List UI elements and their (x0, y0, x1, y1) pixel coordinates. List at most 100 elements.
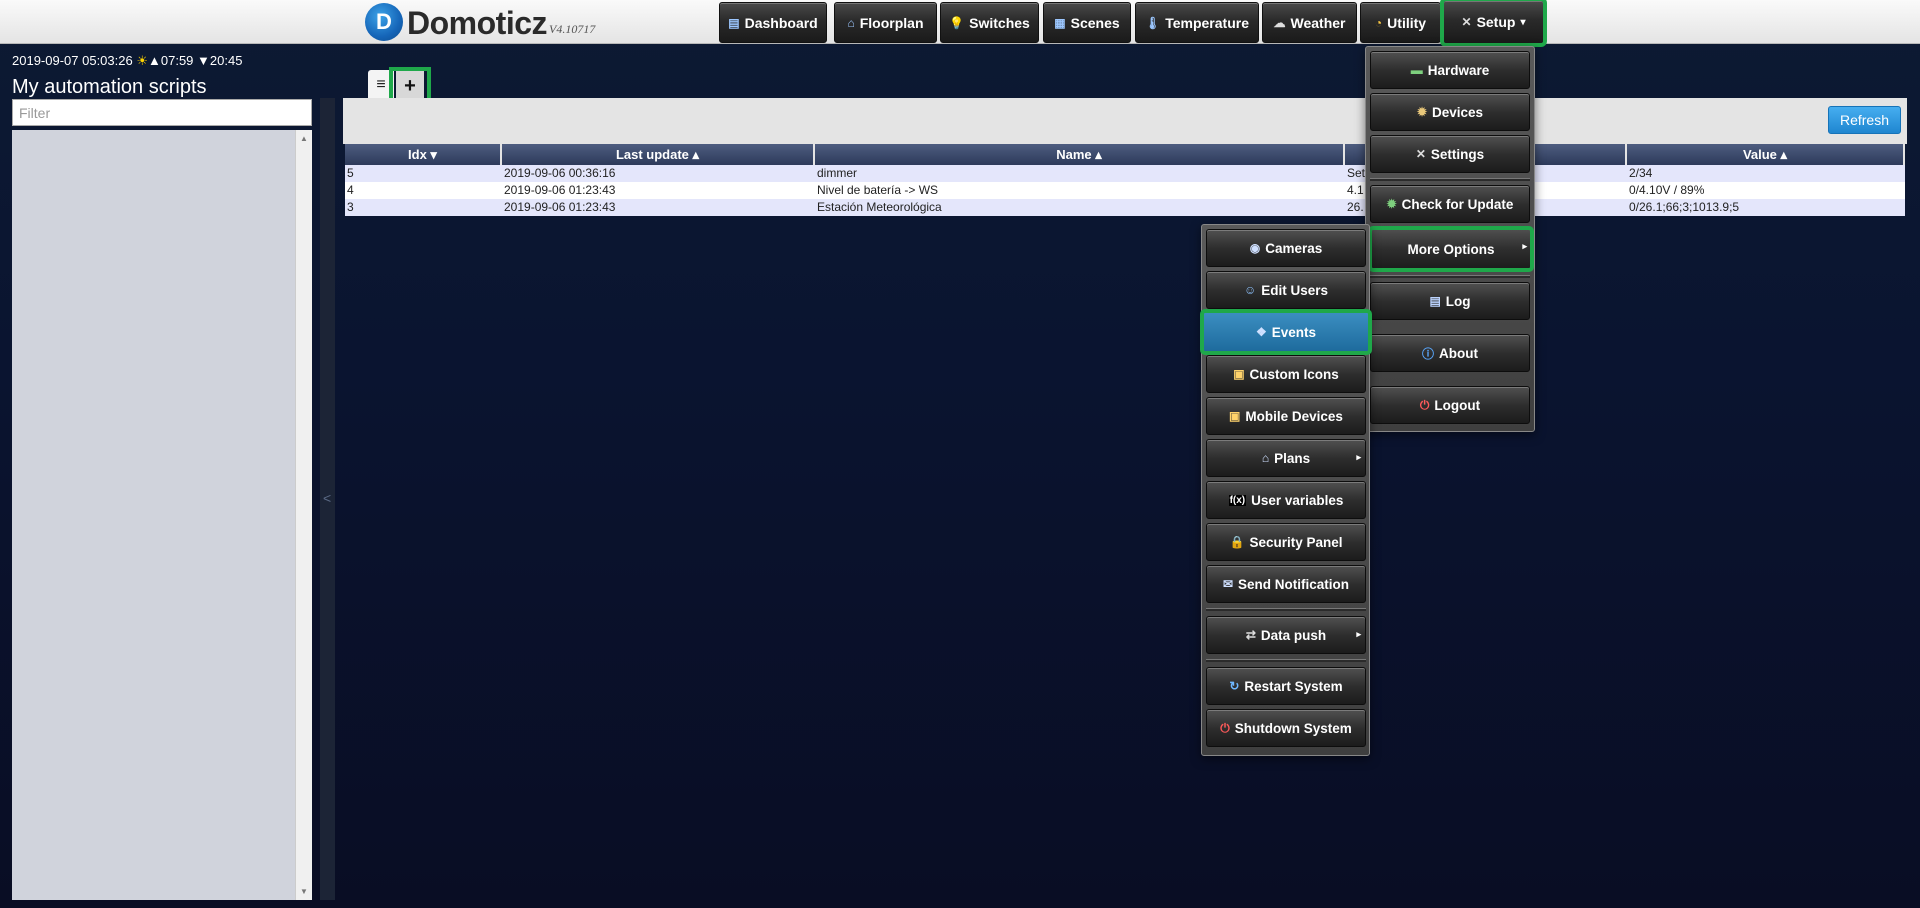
info-icon: ⓘ (1422, 346, 1435, 361)
cell-value: 2/34 (1629, 166, 1653, 180)
nav-switches-button[interactable]: 💡 Switches (940, 2, 1039, 43)
nav-switches-label: Switches (969, 14, 1030, 31)
scenes-icon: ▦ (1054, 15, 1066, 30)
menu-separator (1370, 275, 1530, 278)
events-icon: ❖ (1255, 325, 1267, 339)
col-name-header[interactable]: Name ▴ (815, 144, 1345, 165)
menu-events-label: Events (1271, 324, 1317, 340)
log-icon: ▤ (1429, 294, 1441, 308)
menu-events[interactable]: ❖ Events (1200, 309, 1372, 355)
script-list-scrollbar[interactable]: ▲ ▼ (295, 130, 312, 900)
collapse-icon[interactable]: < (323, 490, 331, 506)
table-row[interactable]: 5 2019-09-06 00:36:16 dimmer Set 2/34 (345, 165, 1905, 182)
nav-utility-button[interactable]: ◔ Utility (1360, 2, 1441, 43)
cell-name: Nivel de batería -> WS (817, 183, 939, 197)
logo-text: Domoticz (407, 5, 548, 41)
menu-about[interactable]: ⓘ About (1370, 334, 1530, 372)
menu-security-panel[interactable]: 🔒 Security Panel (1206, 523, 1366, 561)
scroll-down-icon[interactable]: ▼ (296, 887, 312, 896)
power-icon: ⏻ (1419, 397, 1430, 412)
col-idx-header[interactable]: Idx ▾ (345, 144, 502, 165)
top-bar: D Domoticz V4.10717 ▤ Dashboard ⌂ Floorp… (0, 0, 1920, 47)
submenu-arrow-icon: ▸ (1356, 629, 1361, 639)
nav-setup-label: Setup (1476, 14, 1516, 30)
menu-logout[interactable]: ⏻ Logout (1370, 386, 1530, 424)
menu-settings[interactable]: ✕ Settings (1370, 135, 1530, 173)
envelope-icon: ✉ (1222, 577, 1234, 591)
menu-hardware-label: Hardware (1427, 62, 1490, 78)
nav-setup-button[interactable]: ✕ Setup ▾ (1440, 0, 1547, 47)
menu-logout-label: Logout (1434, 397, 1481, 413)
sun-icon: ☀ (136, 53, 148, 68)
thermometer-icon: 🌡 (1144, 15, 1161, 30)
date-sun-status: 2019-09-07 05:03:26 ☀▲07:59 ▼20:45 (12, 53, 242, 69)
menu-send-notification[interactable]: ✉ Send Notification (1206, 565, 1366, 603)
menu-plans-label: Plans (1274, 450, 1311, 466)
more-options-submenu: ◉ Cameras ☺ Edit Users ❖ Events ▣ Custom… (1200, 224, 1372, 756)
refresh-button[interactable]: Refresh (1828, 106, 1901, 134)
menu-restart-system[interactable]: ↻ Restart System (1206, 667, 1366, 705)
filter-input[interactable] (12, 99, 312, 126)
menu-separator (1370, 178, 1530, 181)
chevron-down-icon: ▾ (1520, 16, 1526, 28)
cell-last-update: 2019-09-06 01:23:43 (504, 200, 616, 214)
lightbulb-icon: 💡 (949, 15, 965, 30)
menu-cameras-label: Cameras (1265, 240, 1323, 256)
nav-temperature-button[interactable]: 🌡 Temperature (1135, 2, 1259, 43)
menu-custom-icons[interactable]: ▣ Custom Icons (1206, 355, 1366, 393)
hardware-icon: ▬ (1410, 63, 1423, 77)
menu-check-for-update-label: Check for Update (1401, 196, 1514, 212)
menu-custom-icons-label: Custom Icons (1249, 366, 1339, 382)
menu-cameras[interactable]: ◉ Cameras (1206, 229, 1366, 267)
table-row[interactable]: 3 2019-09-06 01:23:43 Estación Meteoroló… (345, 199, 1905, 216)
col-value-header[interactable]: Value ▴ (1627, 144, 1905, 165)
devices-table: Idx ▾ Last update ▴ Name ▴ Data Value ▴ … (345, 144, 1905, 216)
update-gear-icon: ✹ (1386, 197, 1397, 211)
submenu-arrow-icon: ▸ (1522, 241, 1527, 251)
version-label: V4.10717 (549, 22, 596, 36)
nav-dashboard-button[interactable]: ▤ Dashboard (719, 2, 827, 43)
table-row[interactable]: 4 2019-09-06 01:23:43 Nivel de batería -… (345, 182, 1905, 199)
cell-idx: 3 (347, 200, 354, 214)
menu-about-label: About (1439, 345, 1478, 361)
domoticz-logo-icon: D (365, 3, 403, 41)
menu-plans[interactable]: ⌂ Plans ▸ (1206, 439, 1366, 477)
menu-log[interactable]: ▤ Log (1370, 282, 1530, 320)
tools-icon: ✕ (1415, 147, 1426, 161)
domoticz-logo[interactable]: D Domoticz V4.10717 (365, 3, 596, 41)
restart-icon: ↻ (1229, 679, 1240, 693)
script-list[interactable] (12, 130, 295, 900)
menu-shutdown-system[interactable]: ⏻ Shutdown System (1206, 709, 1366, 747)
col-last-update-header[interactable]: Last update ▴ (502, 144, 815, 165)
nav-scenes-button[interactable]: ▦ Scenes (1043, 2, 1131, 43)
utility-icon: ◔ (1374, 15, 1383, 30)
list-icon: ≡ (376, 76, 386, 93)
cell-idx: 4 (347, 183, 354, 197)
current-datetime: 2019-09-07 05:03:26 (12, 53, 133, 68)
nav-floorplan-label: Floorplan (859, 14, 924, 31)
nav-weather-button[interactable]: ☁ Weather (1262, 2, 1357, 43)
nav-floorplan-button[interactable]: ⌂ Floorplan (834, 2, 937, 43)
menu-restart-system-label: Restart System (1244, 678, 1343, 694)
menu-edit-users[interactable]: ☺ Edit Users (1206, 271, 1366, 309)
sidebar-splitter[interactable]: < (320, 98, 335, 900)
gear-icon: ✹ (1416, 105, 1427, 119)
submenu-arrow-icon: ▸ (1356, 452, 1361, 462)
shutdown-icon: ⏻ (1220, 720, 1230, 735)
menu-more-options-label: More Options (1407, 241, 1495, 257)
menu-devices[interactable]: ✹ Devices (1370, 93, 1530, 131)
menu-hardware[interactable]: ▬ Hardware (1370, 51, 1530, 89)
menu-more-options[interactable]: More Options ▸ (1368, 226, 1534, 272)
sidebar-title: My automation scripts (12, 76, 207, 98)
plans-icon: ⌂ (1261, 451, 1270, 465)
menu-send-notification-label: Send Notification (1238, 576, 1350, 592)
menu-mobile-devices[interactable]: ▣ Mobile Devices (1206, 397, 1366, 435)
scroll-up-icon[interactable]: ▲ (296, 134, 312, 143)
cloud-icon: ☁ (1273, 15, 1286, 30)
cell-value: 0/4.10V / 89% (1629, 183, 1705, 197)
menu-shutdown-system-label: Shutdown System (1234, 720, 1352, 736)
menu-data-push[interactable]: ⇄ Data push ▸ (1206, 616, 1366, 654)
menu-check-for-update[interactable]: ✹ Check for Update (1370, 185, 1530, 223)
menu-user-variables[interactable]: f(x) User variables (1206, 481, 1366, 519)
menu-settings-label: Settings (1430, 146, 1485, 162)
